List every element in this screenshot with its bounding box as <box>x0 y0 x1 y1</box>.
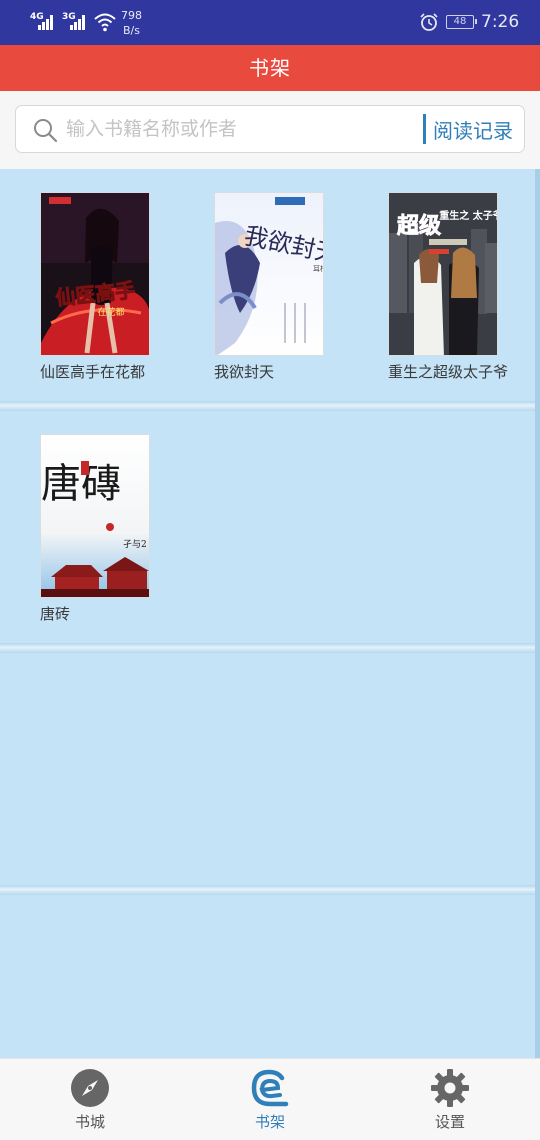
book-title[interactable]: 仙医高手在花都 <box>40 362 160 383</box>
book-cover[interactable]: 仙医高手 在花都 <box>40 192 150 356</box>
tab-bookstore[interactable]: 书城 <box>0 1059 180 1140</box>
network-speed-unit: B/s <box>123 24 140 37</box>
book-cover[interactable]: 超级 重生之 太子爷 <box>388 192 498 356</box>
compass-icon <box>71 1069 109 1107</box>
book-item[interactable]: 超级 重生之 太子爷 重生之超级太子爷 <box>388 192 518 383</box>
svg-text:孑与2: 孑与2 <box>123 539 147 550</box>
signal-icon <box>38 14 56 30</box>
shelf-plank <box>0 643 535 653</box>
tab-bookstore-label: 书城 <box>74 1113 105 1131</box>
bookshelf-icon <box>251 1069 289 1107</box>
search-icon <box>34 119 58 143</box>
book-cover[interactable]: 唐磚 孑与2 <box>40 434 150 598</box>
svg-text:超级: 超级 <box>397 213 441 239</box>
book-item[interactable]: 唐磚 孑与2 唐砖 <box>40 434 170 625</box>
book-cover[interactable]: 我欲封天 耳根 <box>214 192 324 356</box>
book-title[interactable]: 我欲封天 <box>214 362 334 383</box>
search-box[interactable]: 阅读记录 <box>15 105 525 153</box>
clock: 7:26 <box>481 12 520 32</box>
status-bar: 4G 3G 798 B/s 48 7:26 <box>0 0 540 45</box>
bottom-navigation: 书城 书架 设置 <box>0 1058 540 1140</box>
reading-history-button[interactable]: 阅读记录 <box>433 115 513 144</box>
signal-icon <box>70 14 88 30</box>
svg-text:耳根: 耳根 <box>313 264 324 273</box>
scrollbar-track <box>535 169 540 1058</box>
book-title[interactable]: 重生之超级太子爷 <box>388 362 508 383</box>
shelf-plank <box>0 885 535 895</box>
network-speed-value: 798 <box>121 9 142 22</box>
battery-icon: 48 <box>446 15 477 29</box>
book-title[interactable]: 唐砖 <box>40 604 160 625</box>
tab-bookshelf-label: 书架 <box>254 1113 285 1131</box>
tab-bookshelf[interactable]: 书架 <box>180 1059 360 1140</box>
search-bar: 阅读记录 <box>0 91 540 169</box>
alarm-icon <box>420 13 438 31</box>
search-divider <box>423 114 426 144</box>
page-title: 书架 <box>0 45 540 91</box>
search-input[interactable] <box>66 114 416 144</box>
tab-settings-label: 设置 <box>434 1113 465 1131</box>
gear-icon <box>431 1069 469 1107</box>
shelf-plank <box>0 401 535 411</box>
tab-settings[interactable]: 设置 <box>360 1059 540 1140</box>
bookshelf[interactable]: 仙医高手 在花都 仙医高手在花都 我欲封天 耳根 <box>0 169 540 1058</box>
network-speed: 798 B/s <box>121 8 142 38</box>
book-item[interactable]: 仙医高手 在花都 仙医高手在花都 <box>40 192 170 383</box>
svg-text:在花都: 在花都 <box>97 306 124 318</box>
svg-text:重生之 太子爷: 重生之 太子爷 <box>439 209 498 222</box>
wifi-icon <box>94 13 116 32</box>
book-item[interactable]: 我欲封天 耳根 我欲封天 <box>214 192 344 383</box>
